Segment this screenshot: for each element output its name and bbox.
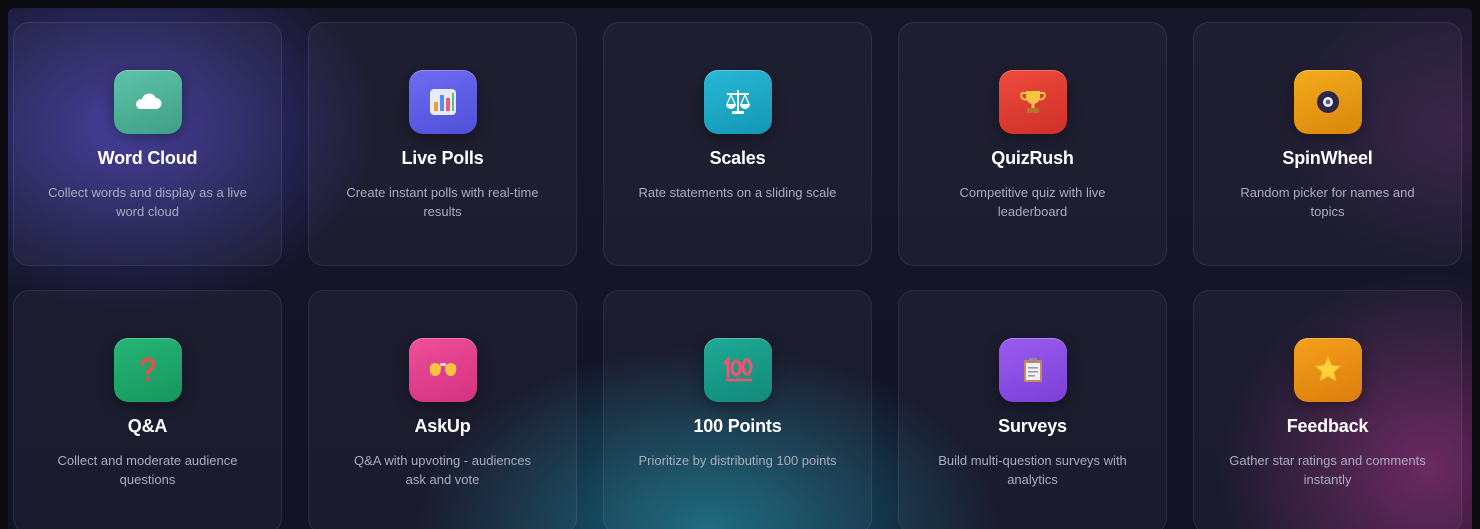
icon-tile — [998, 70, 1067, 134]
card-description: Rate statements on a sliding scale — [638, 185, 837, 200]
card-description: Collect and moderate audience questions — [57, 453, 238, 487]
card-surveys[interactable]: Surveys Build multi-question surveys wit… — [898, 290, 1167, 529]
card-title: Surveys — [998, 416, 1067, 436]
card-title: Scales — [709, 148, 766, 168]
icon-tile — [408, 338, 477, 402]
card-description: Create instant polls with real-time resu… — [346, 185, 539, 219]
spin-wheel-icon — [1316, 91, 1339, 113]
card-scales[interactable]: Scales Rate statements on a sliding scal… — [603, 22, 872, 266]
icon-tile — [1293, 338, 1362, 402]
icon-tile — [1293, 70, 1362, 134]
raising-hands-icon — [429, 363, 456, 376]
card-quizrush[interactable]: QuizRush Competitive quiz with live lead… — [898, 22, 1167, 266]
card-100-points[interactable]: 100 Points Prioritize by distributing 10… — [603, 290, 872, 529]
trophy-icon — [1019, 91, 1046, 113]
card-askup[interactable]: AskUp Q&A with upvoting - audiences ask … — [308, 290, 577, 529]
question-mark-icon — [140, 357, 155, 382]
star-icon — [1313, 355, 1342, 382]
card-description: Build multi-question surveys with analyt… — [938, 453, 1127, 487]
icon-tile — [113, 338, 182, 402]
activity-grid: Word Cloud Collect words and display as … — [13, 22, 1462, 529]
icon-tile — [703, 70, 772, 134]
card-title: Word Cloud — [97, 148, 198, 168]
card-title: QuizRush — [991, 148, 1074, 168]
cloud-icon — [135, 93, 161, 109]
card-description: Collect words and display as a live word… — [48, 185, 247, 219]
card-spinwheel[interactable]: SpinWheel Random picker for names and to… — [1193, 22, 1462, 266]
card-word-cloud[interactable]: Word Cloud Collect words and display as … — [13, 22, 282, 266]
icon-tile — [408, 70, 477, 134]
card-description: Random picker for names and topics — [1240, 185, 1415, 219]
card-q-and-a[interactable]: Q&A Collect and moderate audience questi… — [13, 290, 282, 529]
card-feedback[interactable]: Feedback Gather star ratings and comment… — [1193, 290, 1462, 529]
card-title: Feedback — [1286, 416, 1369, 436]
icon-tile — [998, 338, 1067, 402]
card-description: Q&A with upvoting - audiences ask and vo… — [353, 453, 532, 487]
card-title: 100 Points — [693, 416, 782, 436]
hundred-points-icon — [723, 356, 752, 382]
icon-tile — [113, 70, 182, 134]
activity-panel: Word Cloud Collect words and display as … — [8, 8, 1472, 529]
scales-icon — [725, 90, 750, 114]
card-description: Gather star ratings and comments instant… — [1229, 453, 1426, 487]
card-live-polls[interactable]: Live Polls Create instant polls with rea… — [308, 22, 577, 266]
bar-chart-icon — [429, 89, 456, 115]
icon-tile — [703, 338, 772, 402]
card-title: AskUp — [414, 416, 471, 436]
card-description: Competitive quiz with live leaderboard — [959, 185, 1106, 219]
clipboard-icon — [1023, 358, 1042, 382]
card-description: Prioritize by distributing 100 points — [638, 453, 837, 468]
card-title: Q&A — [127, 416, 168, 436]
card-title: Live Polls — [401, 148, 484, 168]
card-title: SpinWheel — [1282, 148, 1373, 168]
